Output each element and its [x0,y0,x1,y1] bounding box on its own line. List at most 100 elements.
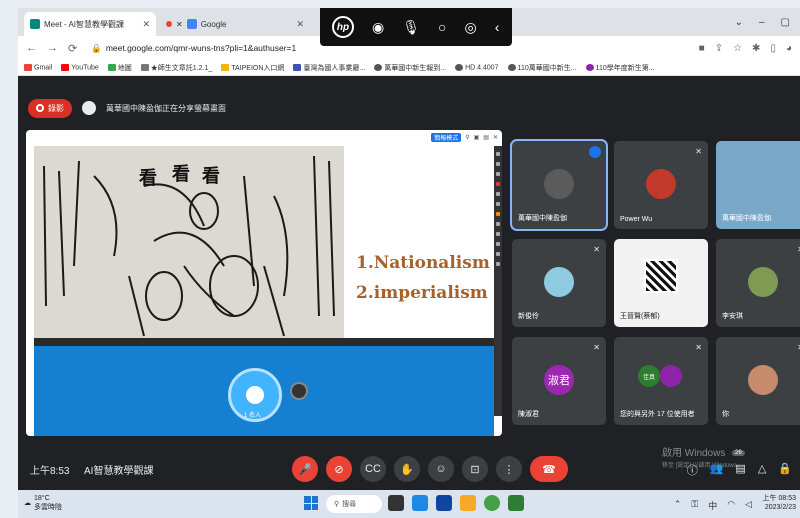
close-tab-icon[interactable]: ✕ [296,19,304,30]
bookmark-item[interactable]: 萬華國中新生報到... [374,63,446,73]
profile-icon[interactable]: ◕ [786,43,792,54]
tab-meet[interactable]: Meet - AI智慧教學觀課 ✕ [24,12,156,36]
wifi-icon[interactable]: ◠ [727,499,735,512]
tool-icon[interactable] [496,252,500,256]
participant-tile-screen[interactable]: 王晉賢(蔡郁) [614,239,708,327]
maximize-button[interactable]: ▢ [781,17,790,28]
participant-tile[interactable]: ✕ 你 [716,337,800,425]
bookmark-item[interactable]: YouTube [61,63,99,71]
tool-icon[interactable] [496,222,500,226]
weather-widget[interactable]: ☁ 18°C 多雲時陰 [24,494,62,512]
windows-start-icon[interactable] [304,496,318,510]
hp-logo: hp [332,16,354,38]
slide-tool-icon[interactable]: ▣ [474,134,480,141]
eraser-icon[interactable] [496,172,500,176]
chrome-icon[interactable] [484,495,500,511]
tool-icon[interactable] [496,232,500,236]
people-icon[interactable]: 👥 [710,462,724,478]
bookmark-star-icon[interactable]: ☆ [733,43,742,54]
bookmark-item[interactable]: TAIPEION入口網 [221,63,284,73]
app-icon[interactable] [436,495,452,511]
participant-name: 您的與另外 17 位使用者 [620,411,695,418]
slide-mode-badge[interactable]: 簡報模式 [431,132,462,142]
slide-tool-icon[interactable]: ⚲ [465,134,469,141]
microphone-icon[interactable]: 🎙 [402,19,420,36]
participant-tile[interactable]: ✕ 李安琪 [716,239,800,327]
highlighter-icon[interactable] [496,212,500,216]
tray-expand-icon[interactable]: ⌃ [674,499,682,512]
bookmark-item[interactable]: ★師生文章託1.2.1_ [140,63,212,73]
emoji-button[interactable]: ☺ [428,456,454,482]
mic-off-button[interactable]: 🎤 [292,456,318,482]
presenter-camera-panel: 1 名人 [34,338,494,436]
close-small-icon[interactable]: ✕ [176,20,183,29]
teams-icon[interactable] [412,495,428,511]
end-call-button[interactable]: ☎ [530,456,568,482]
pen-tool-icon[interactable] [496,152,500,156]
tool-icon[interactable] [496,192,500,196]
participant-tile[interactable]: ✕ 新俊伶 [512,239,606,327]
participant-name: 陳淑君 [518,411,539,418]
tool-icon[interactable] [496,242,500,246]
bookmark-icon [140,64,149,72]
camera-toggle-icon[interactable] [290,382,308,400]
svg-text:看: 看 [171,163,190,185]
close-icon[interactable]: ✕ [493,134,498,141]
chat-icon[interactable]: ▤ [735,462,745,478]
present-button[interactable]: ⊡ [462,456,488,482]
line-icon[interactable] [508,495,524,511]
camera-icon[interactable]: ◎ [464,19,476,36]
bookmark-item[interactable]: 地圖 [107,63,132,73]
volume-icon[interactable]: ◁ [745,499,752,512]
clock-time: 上午 08:53 [762,495,796,502]
participant-tile[interactable]: ✕ Power Wu [614,141,708,229]
bookmark-item[interactable]: HD 4.4007 [455,63,499,71]
camera-in-use-icon[interactable]: ■ [699,43,705,54]
circle-icon[interactable]: ○ [438,19,446,35]
activities-icon[interactable]: △ [758,462,766,478]
bookmark-item[interactable]: 110萬華國中新生... [507,63,577,73]
share-icon[interactable]: ⇪ [715,43,723,54]
minimize-button[interactable]: – [759,17,765,28]
record-button[interactable]: 錄影 [28,98,72,118]
bookmark-item[interactable]: Gmail [24,63,52,71]
close-tab-icon[interactable]: ✕ [142,19,150,30]
bookmark-item[interactable]: 臺灣為國人事業廳... [293,63,365,73]
participant-tile[interactable]: ✕ 佳真 您的與另外 17 位使用者 [614,337,708,425]
participant-tile-video[interactable]: 萬華國中陳盈伽 [716,141,800,229]
sidepanel-icon[interactable]: ▯ [770,43,776,54]
participant-tile[interactable]: 萬華國中陳盈伽 [510,139,608,231]
tab-google[interactable]: ✕ Google ✕ [160,12,310,36]
forward-icon[interactable]: → [47,42,58,54]
ime-icon[interactable]: 中 [708,499,717,512]
browser-window: Meet - AI智慧教學觀課 ✕ ✕ Google ✕ ⌄ – ▢ hp ◉ … [18,8,800,518]
meet-header: 錄影 萬華國中陳盈伽正在分享螢幕畫面 [18,88,800,128]
tool-icon[interactable] [496,202,500,206]
collapse-icon[interactable]: ‹ [495,19,500,35]
taskbar-clock[interactable]: 上午 08:53 2023/2/23 [763,494,796,512]
host-controls-icon[interactable]: 🔒 [778,462,792,478]
reload-icon[interactable]: ⟳ [68,42,77,55]
camera-off-button[interactable]: ⊘ [326,456,352,482]
slide-tool-icon[interactable]: ▤ [483,134,489,141]
pen-tool-icon[interactable] [496,162,500,166]
raise-hand-button[interactable]: ✋ [394,456,420,482]
captions-button[interactable]: CC [360,456,386,482]
tab-search-icon[interactable]: ⌄ [735,17,743,28]
usb-icon[interactable]: ⚿ [691,499,698,512]
red-pen-icon[interactable] [496,182,500,186]
bookmark-item[interactable]: 110學年度新生第... [585,63,655,73]
task-view-icon[interactable] [388,495,404,511]
taskbar-search[interactable]: ⚲ 搜尋 [326,495,382,513]
bookmark-icon [585,64,594,72]
url-field[interactable]: 🔒 meet.google.com/qmr-wuns-tns?pli=1&aut… [91,43,296,54]
more-options-button[interactable]: ⋮ [496,456,522,482]
google-favicon-icon [186,19,197,29]
record-icon[interactable]: ◉ [372,19,384,36]
extensions-icon[interactable]: ✱ [752,43,760,54]
tool-icon[interactable] [496,262,500,266]
info-icon[interactable]: ⓘ [687,462,698,478]
file-explorer-icon[interactable] [460,495,476,511]
back-icon[interactable]: ← [26,42,37,54]
participant-tile[interactable]: ✕ 淑君 陳淑君 [512,337,606,425]
